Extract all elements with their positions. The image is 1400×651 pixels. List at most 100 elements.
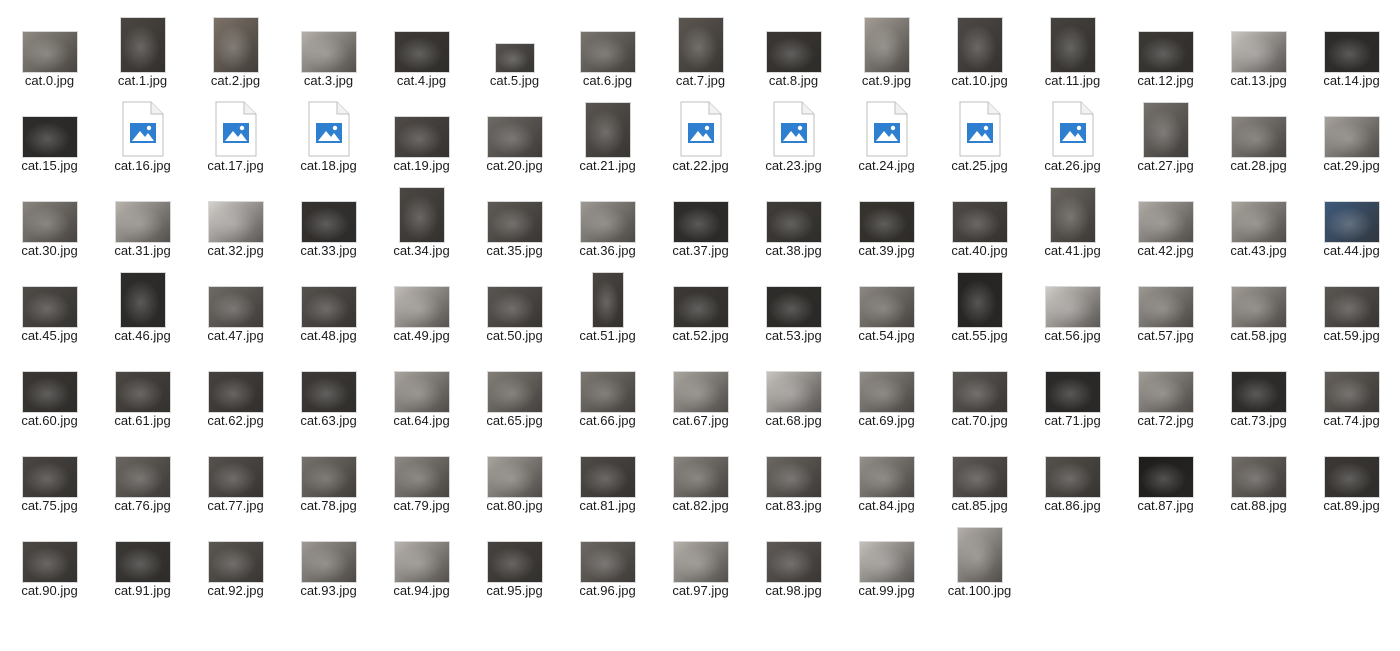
file-item[interactable]: cat.4.jpg [375,8,468,93]
file-item[interactable]: cat.99.jpg [840,518,933,603]
file-item[interactable]: cat.12.jpg [1119,8,1212,93]
file-item[interactable]: cat.79.jpg [375,433,468,518]
file-item[interactable]: cat.80.jpg [468,433,561,518]
file-item[interactable]: cat.36.jpg [561,178,654,263]
file-item[interactable]: cat.2.jpg [189,8,282,93]
file-item[interactable]: cat.96.jpg [561,518,654,603]
file-item[interactable]: cat.74.jpg [1305,348,1398,433]
file-item[interactable]: cat.39.jpg [840,178,933,263]
file-item[interactable]: cat.61.jpg [96,348,189,433]
file-item[interactable]: cat.76.jpg [96,433,189,518]
file-item[interactable]: cat.50.jpg [468,263,561,348]
file-item[interactable]: cat.0.jpg [3,8,96,93]
file-item[interactable]: cat.75.jpg [3,433,96,518]
file-item[interactable]: cat.28.jpg [1212,93,1305,178]
file-item[interactable]: cat.62.jpg [189,348,282,433]
file-item[interactable]: cat.29.jpg [1305,93,1398,178]
file-item[interactable]: cat.70.jpg [933,348,1026,433]
file-item[interactable]: cat.38.jpg [747,178,840,263]
file-item[interactable]: cat.67.jpg [654,348,747,433]
file-item[interactable]: cat.93.jpg [282,518,375,603]
file-item[interactable]: cat.25.jpg [933,93,1026,178]
file-item[interactable]: cat.47.jpg [189,263,282,348]
file-item[interactable]: cat.66.jpg [561,348,654,433]
file-item[interactable]: cat.13.jpg [1212,8,1305,93]
file-item[interactable]: cat.49.jpg [375,263,468,348]
file-item[interactable]: cat.86.jpg [1026,433,1119,518]
file-item[interactable]: cat.27.jpg [1119,93,1212,178]
file-item[interactable]: cat.16.jpg [96,93,189,178]
file-item[interactable]: cat.85.jpg [933,433,1026,518]
file-item[interactable]: cat.48.jpg [282,263,375,348]
file-item[interactable]: cat.77.jpg [189,433,282,518]
file-item[interactable]: cat.23.jpg [747,93,840,178]
file-item[interactable]: cat.51.jpg [561,263,654,348]
file-item[interactable]: cat.6.jpg [561,8,654,93]
file-item[interactable]: cat.92.jpg [189,518,282,603]
file-item[interactable]: cat.73.jpg [1212,348,1305,433]
file-item[interactable]: cat.45.jpg [3,263,96,348]
file-item[interactable]: cat.21.jpg [561,93,654,178]
file-item[interactable]: cat.78.jpg [282,433,375,518]
file-item[interactable]: cat.32.jpg [189,178,282,263]
file-item[interactable]: cat.72.jpg [1119,348,1212,433]
file-item[interactable]: cat.41.jpg [1026,178,1119,263]
file-item[interactable]: cat.8.jpg [747,8,840,93]
file-item[interactable]: cat.97.jpg [654,518,747,603]
file-item[interactable]: cat.53.jpg [747,263,840,348]
file-item[interactable]: cat.84.jpg [840,433,933,518]
file-item[interactable]: cat.56.jpg [1026,263,1119,348]
file-item[interactable]: cat.46.jpg [96,263,189,348]
file-item[interactable]: cat.65.jpg [468,348,561,433]
file-item[interactable]: cat.63.jpg [282,348,375,433]
file-item[interactable]: cat.7.jpg [654,8,747,93]
file-item[interactable]: cat.100.jpg [933,518,1026,603]
file-item[interactable]: cat.91.jpg [96,518,189,603]
file-item[interactable]: cat.3.jpg [282,8,375,93]
file-item[interactable]: cat.26.jpg [1026,93,1119,178]
file-item[interactable]: cat.95.jpg [468,518,561,603]
file-item[interactable]: cat.64.jpg [375,348,468,433]
file-item[interactable]: cat.33.jpg [282,178,375,263]
file-item[interactable]: cat.10.jpg [933,8,1026,93]
file-item[interactable]: cat.44.jpg [1305,178,1398,263]
file-item[interactable]: cat.82.jpg [654,433,747,518]
file-item[interactable]: cat.22.jpg [654,93,747,178]
file-item[interactable]: cat.11.jpg [1026,8,1119,93]
file-item[interactable]: cat.59.jpg [1305,263,1398,348]
file-item[interactable]: cat.34.jpg [375,178,468,263]
file-item[interactable]: cat.20.jpg [468,93,561,178]
file-item[interactable]: cat.94.jpg [375,518,468,603]
file-item[interactable]: cat.5.jpg [468,8,561,93]
file-item[interactable]: cat.42.jpg [1119,178,1212,263]
file-item[interactable]: cat.71.jpg [1026,348,1119,433]
file-item[interactable]: cat.19.jpg [375,93,468,178]
file-item[interactable]: cat.87.jpg [1119,433,1212,518]
file-item[interactable]: cat.68.jpg [747,348,840,433]
file-item[interactable]: cat.14.jpg [1305,8,1398,93]
file-item[interactable]: cat.60.jpg [3,348,96,433]
file-item[interactable]: cat.37.jpg [654,178,747,263]
file-item[interactable]: cat.35.jpg [468,178,561,263]
file-item[interactable]: cat.90.jpg [3,518,96,603]
file-item[interactable]: cat.83.jpg [747,433,840,518]
file-item[interactable]: cat.89.jpg [1305,433,1398,518]
file-item[interactable]: cat.9.jpg [840,8,933,93]
file-item[interactable]: cat.98.jpg [747,518,840,603]
file-item[interactable]: cat.1.jpg [96,8,189,93]
file-item[interactable]: cat.43.jpg [1212,178,1305,263]
file-item[interactable]: cat.30.jpg [3,178,96,263]
file-item[interactable]: cat.18.jpg [282,93,375,178]
file-item[interactable]: cat.31.jpg [96,178,189,263]
file-item[interactable]: cat.88.jpg [1212,433,1305,518]
file-item[interactable]: cat.69.jpg [840,348,933,433]
file-item[interactable]: cat.54.jpg [840,263,933,348]
file-item[interactable]: cat.52.jpg [654,263,747,348]
file-item[interactable]: cat.55.jpg [933,263,1026,348]
file-item[interactable]: cat.58.jpg [1212,263,1305,348]
file-item[interactable]: cat.17.jpg [189,93,282,178]
file-item[interactable]: cat.15.jpg [3,93,96,178]
file-item[interactable]: cat.24.jpg [840,93,933,178]
file-item[interactable]: cat.81.jpg [561,433,654,518]
file-item[interactable]: cat.40.jpg [933,178,1026,263]
